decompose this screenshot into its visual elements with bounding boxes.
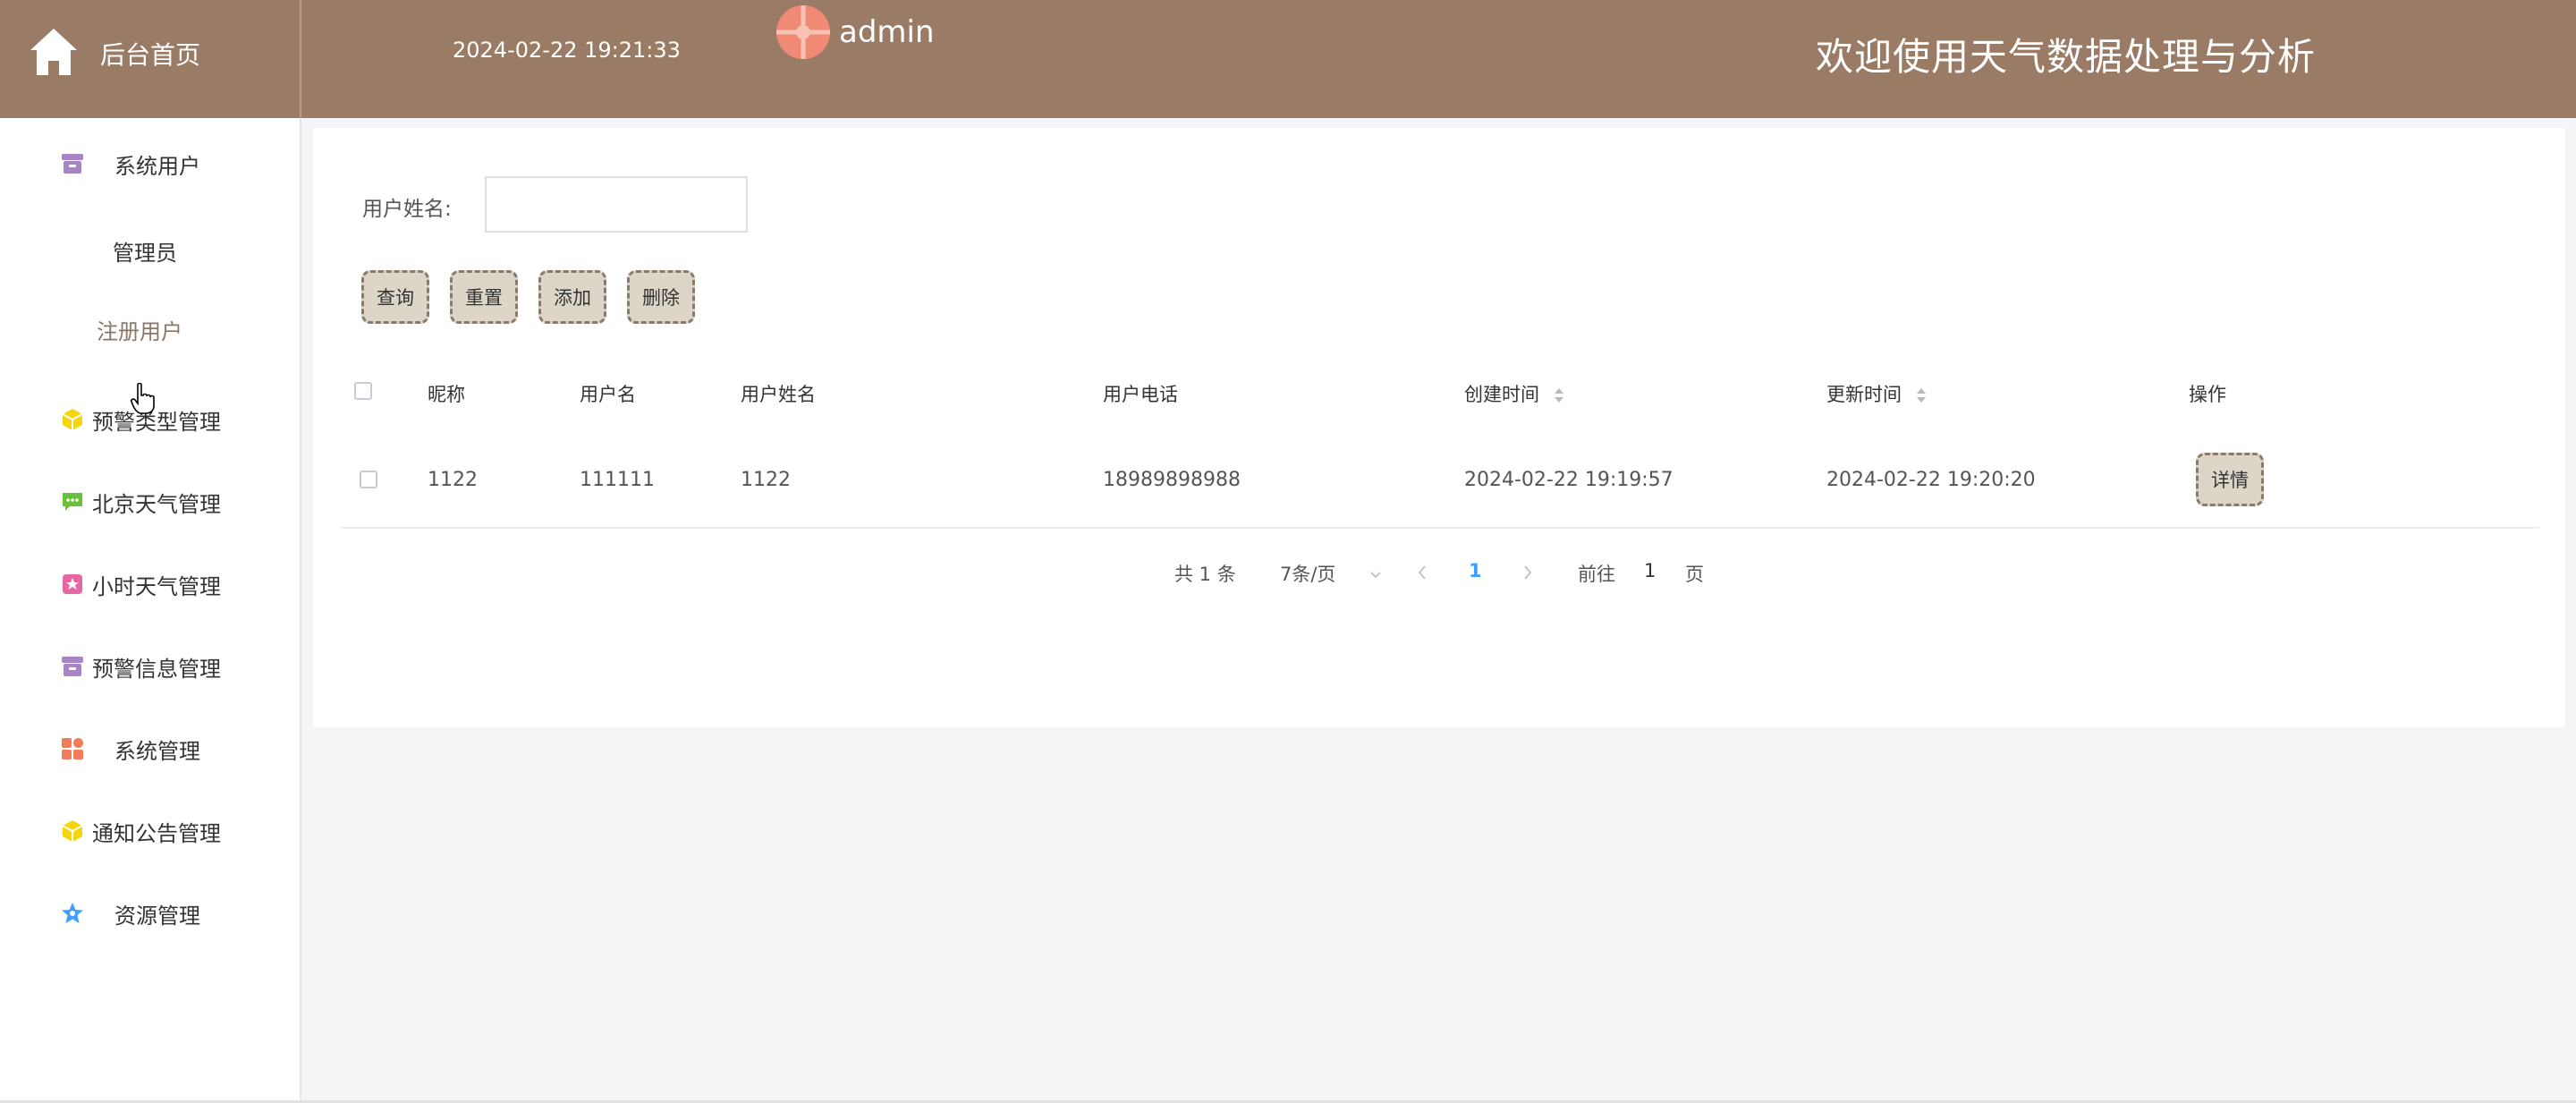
goto-page-input[interactable]: 1: [1644, 560, 1656, 581]
search-label: 用户姓名:: [362, 198, 452, 221]
sort-icon[interactable]: [1915, 386, 1928, 404]
badge-icon: [63, 574, 82, 594]
select-all-checkbox[interactable]: [354, 382, 372, 400]
column-header-phone: 用户电话: [1103, 384, 1178, 405]
sidebar-item-hourly-weather[interactable]: 小时天气管理: [0, 557, 300, 611]
row-checkbox[interactable]: [360, 471, 377, 488]
sidebar-item-label: 预警信息管理: [92, 656, 221, 682]
sidebar-item-admin[interactable]: 管理员: [0, 221, 300, 275]
sidebar-item-label: 通知公告管理: [92, 820, 221, 846]
pagination-total: 共 1 条: [1174, 564, 1236, 585]
prev-page-icon[interactable]: [1415, 564, 1429, 581]
sidebar-item-system-users[interactable]: 系统用户: [0, 137, 300, 191]
cell-created: 2024-02-22 19:19:57: [1464, 469, 1674, 491]
hand-cursor-icon: [131, 383, 155, 414]
archive-icon: [62, 657, 83, 676]
star-icon: [62, 903, 83, 923]
sidebar-item-warning-info[interactable]: 预警信息管理: [0, 640, 300, 693]
row-divider: [341, 527, 2539, 529]
column-header-nickname: 昵称: [428, 384, 465, 405]
column-header-label: 更新时间: [1826, 384, 1902, 405]
sidebar-item-label: 系统用户: [114, 153, 200, 179]
next-page-icon[interactable]: [1521, 564, 1535, 581]
home-icon: [30, 29, 77, 75]
chevron-down-icon: [1370, 572, 1381, 579]
query-button[interactable]: 查询: [361, 270, 429, 324]
current-datetime: 2024-02-22 19:21:33: [453, 38, 681, 63]
column-header-label: 创建时间: [1464, 384, 1539, 405]
sidebar-item-label: 注册用户: [97, 319, 182, 344]
current-page[interactable]: 1: [1469, 560, 1482, 581]
add-button[interactable]: 添加: [538, 270, 606, 324]
sidebar-item-beijing-weather[interactable]: 北京天气管理: [0, 475, 300, 529]
sidebar-item-label: 小时天气管理: [92, 573, 221, 599]
chat-icon: [63, 493, 82, 511]
sidebar: 系统用户 管理员 注册用户 预警类型管理 北京天气管理 小时天气管理 预警信息管…: [0, 118, 301, 1103]
page-size-value: 7条/页: [1280, 564, 1336, 585]
cell-username: 111111: [580, 469, 655, 491]
sidebar-item-resource-management[interactable]: 资源管理: [0, 887, 300, 940]
grid-icon: [62, 738, 83, 759]
page-size-select[interactable]: 7条/页: [1280, 560, 1383, 587]
detail-button[interactable]: 详情: [2196, 453, 2264, 506]
avatar[interactable]: [776, 5, 830, 59]
sidebar-item-label: 资源管理: [114, 903, 200, 929]
column-header-action: 操作: [2189, 384, 2226, 405]
user-realname-search-input[interactable]: [485, 176, 748, 233]
cell-nickname: 1122: [428, 469, 478, 491]
cell-phone: 18989898988: [1103, 469, 1241, 491]
sidebar-item-system-management[interactable]: 系统管理: [0, 722, 300, 776]
delete-button[interactable]: 删除: [627, 270, 695, 324]
sidebar-item-label: 系统管理: [114, 738, 200, 764]
column-header-realname: 用户姓名: [741, 384, 816, 405]
column-header-updated[interactable]: 更新时间: [1826, 380, 1928, 407]
sidebar-item-label: 预警类型管理: [92, 409, 221, 435]
column-header-created[interactable]: 创建时间: [1464, 380, 1565, 407]
home-label: 后台首页: [100, 40, 201, 70]
reset-button[interactable]: 重置: [450, 270, 518, 324]
cube-icon: [62, 409, 83, 430]
archive-icon: [62, 154, 83, 174]
username-label[interactable]: admin: [839, 14, 935, 50]
home-link[interactable]: 后台首页: [0, 0, 301, 118]
goto-prefix: 前往: [1578, 564, 1615, 585]
sidebar-item-label: 北京天气管理: [92, 491, 221, 517]
sidebar-item-label: 管理员: [113, 241, 177, 266]
sidebar-item-notice-management[interactable]: 通知公告管理: [0, 804, 300, 858]
cube-icon: [62, 820, 83, 842]
top-header: 后台首页 2024-02-22 19:21:33 admin 欢迎使用天气数据处…: [0, 0, 2576, 118]
avatar-icon: [776, 5, 830, 59]
cell-updated: 2024-02-22 19:20:20: [1826, 469, 2036, 491]
sidebar-item-registered-users[interactable]: 注册用户: [0, 300, 300, 353]
cell-realname: 1122: [741, 469, 791, 491]
sort-icon[interactable]: [1553, 386, 1565, 404]
goto-suffix: 页: [1685, 564, 1704, 585]
welcome-title: 欢迎使用天气数据处理与分析: [1816, 35, 2317, 79]
column-header-username: 用户名: [580, 384, 636, 405]
